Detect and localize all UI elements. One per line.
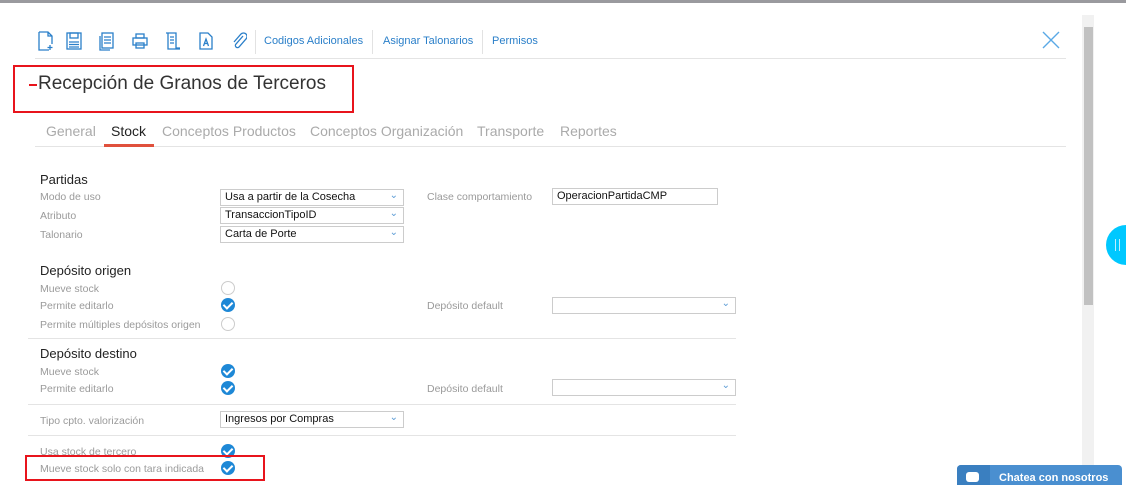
chevron-down-icon: ⌄: [389, 412, 398, 423]
side-widget-button[interactable]: [1106, 225, 1126, 265]
destino-permite-editar-label: Permite editarlo: [40, 383, 114, 395]
destino-deposito-default-label: Depósito default: [427, 383, 503, 395]
origen-mueve-stock-label: Mueve stock: [40, 283, 99, 295]
atributo-value: TransaccionTipoID: [225, 209, 317, 221]
tipo-valorizacion-select[interactable]: Ingresos por Compras ⌄: [220, 411, 404, 428]
clase-comportamiento-value: OperacionPartidaCMP: [557, 190, 668, 202]
destino-mueve-stock-label: Mueve stock: [40, 366, 99, 378]
origen-permite-editar-checkbox[interactable]: [221, 298, 235, 312]
modo-uso-value: Usa a partir de la Cosecha: [225, 191, 356, 203]
tabs-divider: [35, 146, 1066, 147]
chevron-down-icon: ⌄: [721, 298, 730, 309]
pause-icon: [1115, 239, 1120, 251]
attachment-icon[interactable]: [231, 31, 248, 51]
atributo-select[interactable]: TransaccionTipoID ⌄: [220, 207, 404, 224]
text-document-icon[interactable]: [198, 31, 214, 51]
destino-mueve-stock-checkbox[interactable]: [221, 364, 235, 378]
tara-indicada-label: Mueve stock solo con tara indicada: [40, 463, 205, 475]
codigos-adicionales-link[interactable]: Codigos Adicionales: [264, 35, 363, 47]
talonario-select[interactable]: Carta de Porte ⌄: [220, 226, 404, 243]
new-document-icon[interactable]: [38, 31, 54, 51]
tab-reportes[interactable]: Reportes: [560, 123, 617, 139]
top-bar: [0, 0, 1126, 3]
modo-uso-label: Modo de uso: [40, 191, 101, 203]
close-icon[interactable]: [1042, 31, 1060, 49]
origen-multiples-checkbox[interactable]: [221, 317, 235, 331]
chat-button[interactable]: Chatea con nosotros: [957, 465, 1122, 485]
collapse-icon[interactable]: [29, 84, 37, 86]
chat-label: Chatea con nosotros: [999, 472, 1109, 484]
origen-deposito-default-label: Depósito default: [427, 300, 503, 312]
deposito-destino-heading: Depósito destino: [40, 346, 137, 361]
origen-multiples-label: Permite múltiples depósitos origen: [40, 319, 201, 331]
talonario-label: Talonario: [40, 229, 83, 241]
tab-conceptos-productos[interactable]: Conceptos Productos: [162, 123, 296, 139]
deposito-origen-heading: Depósito origen: [40, 263, 132, 278]
asignar-talonarios-link[interactable]: Asignar Talonarios: [383, 35, 473, 47]
permisos-link[interactable]: Permisos: [492, 35, 538, 47]
talonario-value: Carta de Porte: [225, 228, 297, 240]
tara-indicada-checkbox[interactable]: [221, 461, 235, 475]
list-document-icon[interactable]: [165, 31, 181, 51]
chevron-down-icon: ⌄: [389, 190, 398, 201]
atributo-label: Atributo: [40, 210, 77, 222]
partidas-heading: Partidas: [40, 172, 88, 187]
origen-permite-editar-label: Permite editarlo: [40, 300, 114, 312]
origen-mueve-stock-checkbox[interactable]: [221, 281, 235, 295]
save-icon[interactable]: [66, 31, 82, 51]
destino-deposito-default-select[interactable]: ⌄: [552, 379, 736, 396]
section-divider: [28, 435, 736, 436]
section-divider: [28, 404, 736, 405]
destino-permite-editar-checkbox[interactable]: [221, 381, 235, 395]
chevron-down-icon: ⌄: [389, 227, 398, 238]
toolbar-divider-line: [35, 58, 1066, 59]
chevron-down-icon: ⌄: [389, 208, 398, 219]
scrollbar-thumb[interactable]: [1084, 27, 1093, 305]
modo-uso-select[interactable]: Usa a partir de la Cosecha ⌄: [220, 189, 404, 206]
copy-icon[interactable]: [99, 31, 115, 51]
section-divider: [28, 338, 736, 339]
tab-general[interactable]: General: [46, 123, 96, 139]
scrollbar[interactable]: [1082, 15, 1094, 479]
tipo-valorizacion-label: Tipo cpto. valorización: [40, 415, 145, 427]
clase-comportamiento-label: Clase comportamiento: [427, 191, 533, 203]
origen-deposito-default-select[interactable]: ⌄: [552, 297, 736, 314]
print-icon[interactable]: [132, 31, 148, 51]
chevron-down-icon: ⌄: [721, 380, 730, 391]
active-tab-indicator: [104, 144, 154, 147]
chat-icon: [957, 465, 990, 485]
toolbar-divider: [255, 30, 256, 54]
clase-comportamiento-input[interactable]: OperacionPartidaCMP: [552, 188, 718, 205]
toolbar-divider: [372, 30, 373, 54]
tab-conceptos-organizacion[interactable]: Conceptos Organización: [310, 123, 463, 139]
toolbar-divider: [482, 30, 483, 54]
page-title: Recepción de Granos de Terceros: [38, 73, 326, 94]
tipo-valorizacion-value: Ingresos por Compras: [225, 413, 334, 425]
tab-transporte[interactable]: Transporte: [477, 123, 544, 139]
tab-stock[interactable]: Stock: [111, 123, 146, 139]
